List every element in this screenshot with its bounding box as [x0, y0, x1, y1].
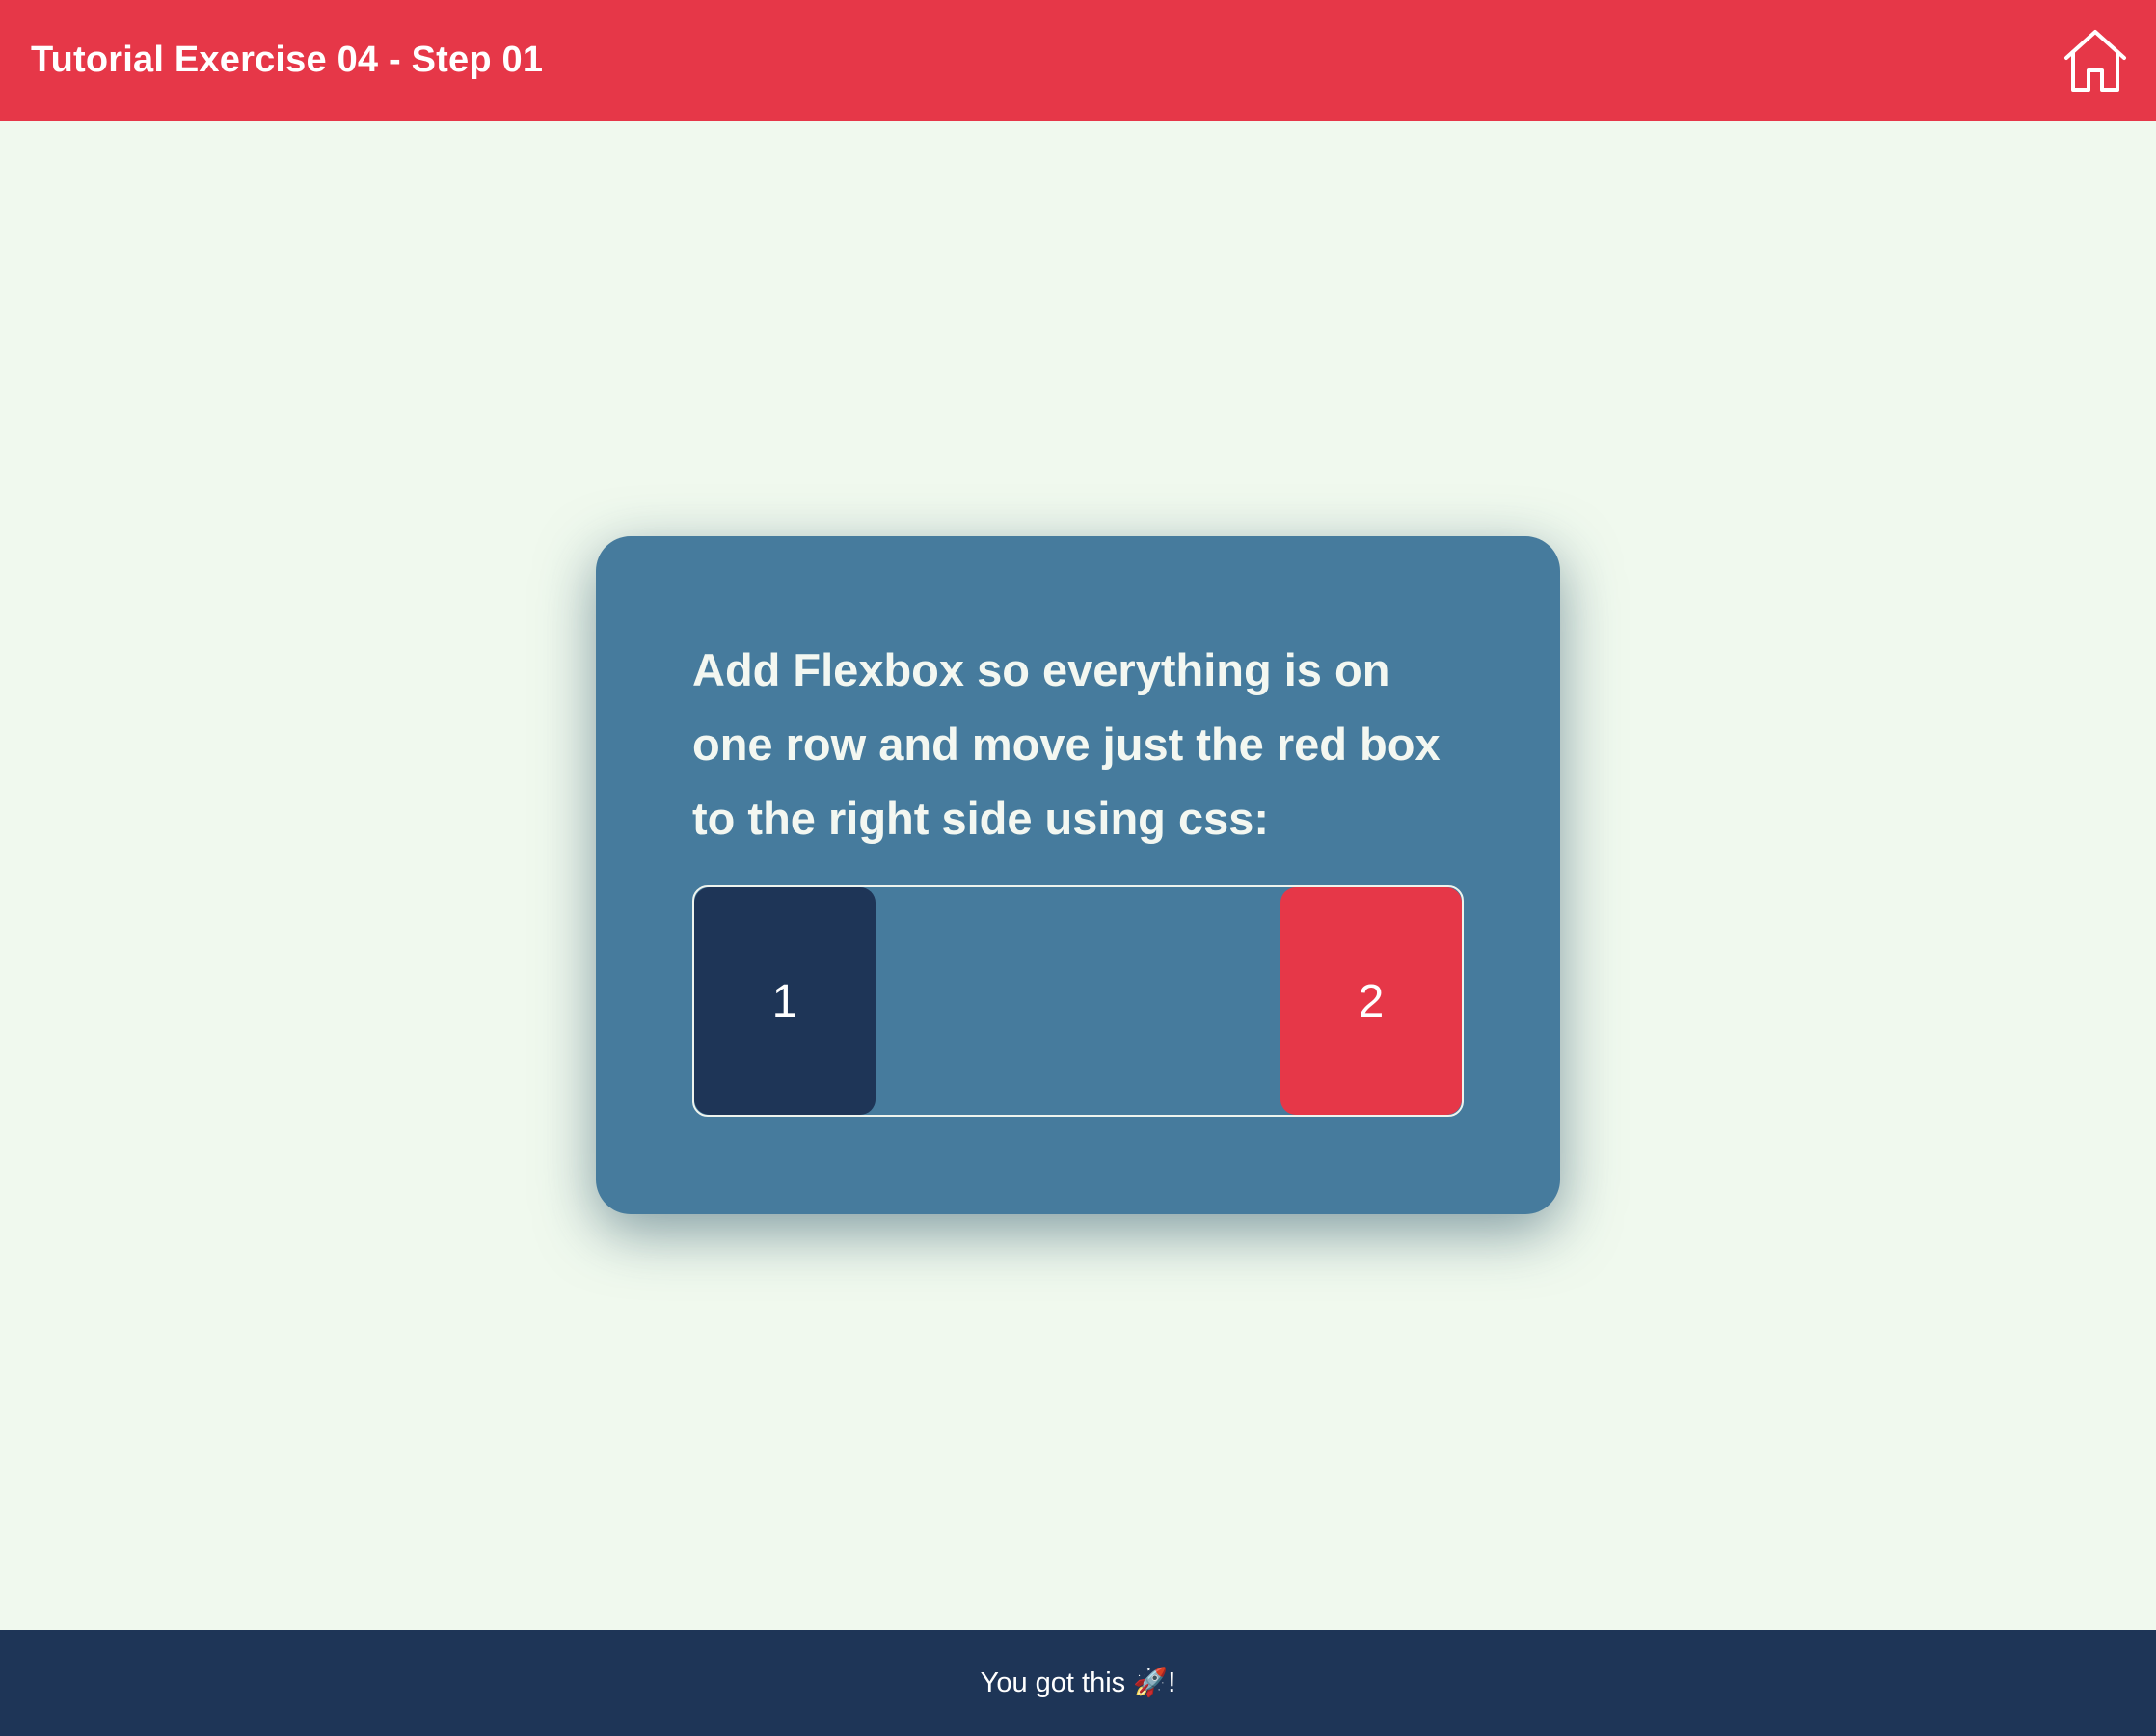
- footer-message: You got this 🚀!: [980, 1668, 1176, 1698]
- home-button[interactable]: [2060, 25, 2131, 96]
- top-bar: Tutorial Exercise 04 - Step 01: [0, 0, 2156, 121]
- page-title: Tutorial Exercise 04 - Step 01: [31, 40, 544, 80]
- exercise-card: Add Flexbox so everything is on one row …: [596, 536, 1560, 1214]
- box-1: 1: [694, 887, 876, 1115]
- instruction-text: Add Flexbox so everything is on one row …: [692, 644, 1441, 844]
- box-2-red: 2: [1280, 887, 1462, 1115]
- flex-container: 1 2: [692, 885, 1464, 1117]
- home-icon: [2064, 29, 2126, 92]
- footer: You got this 🚀!: [0, 1630, 2156, 1736]
